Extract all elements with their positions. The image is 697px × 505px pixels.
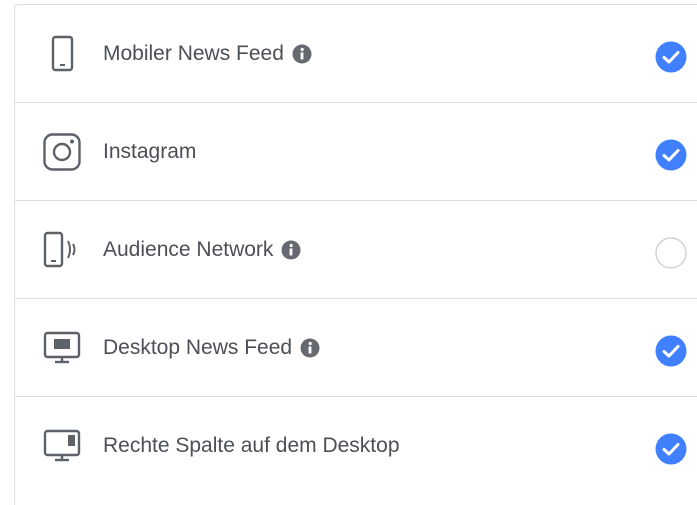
checked-checkbox[interactable]: [655, 41, 687, 73]
placement-label: Instagram: [103, 140, 197, 163]
checked-checkbox[interactable]: [655, 335, 687, 367]
instagram-icon: [43, 133, 83, 173]
mobile-phone-icon: [43, 35, 83, 75]
info-icon[interactable]: [300, 338, 320, 358]
audience-network-icon: [43, 231, 83, 271]
placement-label: Rechte Spalte auf dem Desktop: [103, 434, 400, 457]
desktop-monitor-icon: [43, 329, 83, 369]
info-icon[interactable]: [292, 44, 312, 64]
checked-checkbox[interactable]: [655, 433, 687, 465]
placement-row-desktop-right-column[interactable]: Rechte Spalte auf dem Desktop: [15, 397, 697, 494]
placement-label: Mobiler News Feed: [103, 42, 284, 65]
placement-row-mobile-news-feed[interactable]: Mobiler News Feed: [15, 5, 697, 103]
placement-label: Audience Network: [103, 238, 274, 261]
unchecked-checkbox[interactable]: [655, 237, 687, 269]
placement-row-audience-network[interactable]: Audience Network: [15, 201, 697, 299]
info-icon[interactable]: [281, 240, 301, 260]
placement-row-instagram[interactable]: Instagram: [15, 103, 697, 201]
placements-list: Mobiler News Feed Instagram Audience Net…: [14, 4, 697, 505]
checked-checkbox[interactable]: [655, 139, 687, 171]
placement-label: Desktop News Feed: [103, 336, 293, 359]
desktop-right-column-icon: [43, 427, 83, 467]
placement-row-desktop-news-feed[interactable]: Desktop News Feed: [15, 299, 697, 397]
